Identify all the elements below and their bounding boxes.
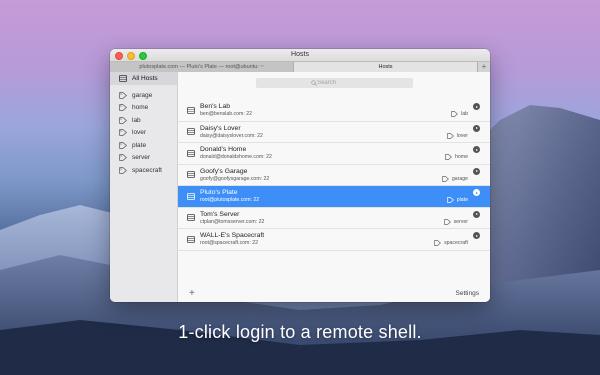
host-tag: plate (446, 197, 468, 203)
connect-button[interactable] (473, 167, 480, 175)
zoom-button[interactable] (139, 51, 147, 60)
host-tag: spacecraft (434, 240, 468, 246)
connect-button[interactable] (473, 210, 480, 218)
host-name: Daisy's Lover (200, 124, 241, 132)
host-tag-label: home (455, 154, 468, 160)
host-tag-label: server (453, 218, 468, 225)
search-bar (178, 72, 490, 94)
host-row-plutos-plate[interactable]: Pluto's Plate root@plutosplate.com: 22 p… (178, 186, 490, 208)
server-stack-icon (119, 75, 127, 82)
host-tag-label: lab (461, 111, 468, 117)
tab-ssh-session[interactable]: plutosplate.com — Pluto's Plate — root@u… (110, 62, 294, 72)
connect-button[interactable] (473, 146, 480, 153)
host-list: Ben's Lab ben@benslab.com: 22 lab Daisy'… (178, 100, 490, 251)
server-icon (187, 149, 195, 157)
server-icon (187, 214, 195, 222)
connect-button[interactable] (473, 189, 480, 196)
tab-hosts[interactable]: Hosts (294, 62, 477, 72)
host-tag-label: garage (451, 175, 468, 182)
server-icon (187, 106, 195, 114)
host-row-donalds-home[interactable]: Donald's Home donald@donaldshome.com: 22… (178, 143, 490, 165)
search-field[interactable] (255, 78, 413, 88)
host-tag: garage (442, 176, 468, 182)
host-tag-label: spacecraft (444, 240, 468, 246)
host-tag: server (443, 218, 468, 225)
host-name: Ben's Lab (200, 103, 231, 111)
tag-icon (119, 104, 127, 111)
close-button[interactable] (115, 51, 123, 60)
tag-icon (119, 117, 127, 124)
sidebar-item-label: spacecraft (132, 166, 162, 174)
tag-icon (434, 240, 442, 246)
server-icon (187, 235, 195, 243)
connect-button[interactable] (473, 232, 480, 239)
tag-icon (119, 129, 127, 136)
tag-icon (119, 154, 127, 161)
sidebar-item-lab[interactable]: lab (110, 114, 177, 127)
settings-button[interactable]: Settings (456, 290, 480, 297)
connect-button[interactable] (473, 103, 480, 110)
tag-icon (446, 197, 454, 203)
sidebar-item-plate[interactable]: plate (110, 139, 177, 152)
host-tag-label: lover (456, 132, 468, 139)
host-row-bens-lab[interactable]: Ben's Lab ben@benslab.com: 22 lab (178, 100, 490, 122)
window-controls (115, 51, 147, 60)
sidebar-item-server[interactable]: server (110, 152, 177, 165)
sidebar-item-home[interactable]: home (110, 102, 177, 115)
host-name: Donald's Home (200, 146, 247, 154)
footer-bar: + Settings (178, 285, 490, 302)
sidebar-item-label: garage (132, 91, 153, 99)
tag-icon (446, 132, 454, 139)
server-icon (187, 128, 195, 136)
sidebar-item-all-hosts[interactable]: All Hosts (110, 72, 177, 85)
search-input[interactable] (317, 80, 357, 86)
host-row-daisys-lover[interactable]: Daisy's Lover daisy@daisyslover.com: 22 … (178, 122, 490, 143)
sidebar-item-lover[interactable]: lover (110, 127, 177, 140)
sidebar-item-label: home (132, 104, 149, 112)
tag-icon (119, 142, 127, 149)
window-title: Hosts (291, 51, 309, 58)
add-tab-button[interactable]: + (477, 62, 490, 72)
host-tag: home (445, 154, 468, 160)
tag-icon (451, 111, 459, 117)
tag-icon (119, 92, 127, 99)
tag-icon (445, 154, 452, 160)
host-list-pane: Ben's Lab ben@benslab.com: 22 lab (178, 72, 490, 302)
host-address: ben@benslab.com: 22 (200, 111, 252, 118)
host-name: WALL-E's Spacecraft (200, 232, 265, 240)
add-host-button[interactable]: + (189, 288, 195, 299)
connect-button[interactable] (473, 124, 480, 132)
sidebar-item-label: server (132, 154, 151, 162)
server-icon (187, 192, 195, 200)
tag-icon (442, 175, 449, 182)
window-body: All Hosts garage home lab lover plate se… (110, 72, 490, 302)
sidebar: All Hosts garage home lab lover plate se… (110, 72, 178, 302)
minimize-button[interactable] (127, 51, 135, 60)
host-name: Tom's Server (200, 210, 240, 218)
host-tag-label: plate (456, 197, 468, 203)
tag-icon (119, 167, 127, 174)
host-row-walle-spacecraft[interactable]: WALL-E's Spacecraft root@spacecraft.com:… (178, 229, 490, 251)
sidebar-item-label: lab (132, 116, 141, 124)
server-icon (187, 171, 195, 179)
host-row-toms-server[interactable]: Tom's Server ctplan@tomsserver.com: 22 s… (178, 208, 490, 229)
promo-caption: 1-click login to a remote shell. (178, 322, 422, 342)
sidebar-item-garage[interactable]: garage (110, 89, 177, 102)
host-name: Pluto's Plate (200, 189, 238, 197)
host-tag: lover (446, 132, 468, 139)
host-name: Goofy's Garage (200, 167, 248, 175)
hosts-window: Hosts plutosplate.com — Pluto's Plate — … (110, 49, 490, 302)
sidebar-item-spacecraft[interactable]: spacecraft (110, 164, 177, 177)
sidebar-all-hosts-label: All Hosts (132, 75, 158, 82)
title-bar: Hosts (110, 49, 490, 61)
tag-list: garage home lab lover plate server space… (110, 85, 177, 177)
sidebar-item-label: plate (132, 141, 147, 149)
sidebar-item-label: lover (132, 129, 147, 137)
host-row-goofys-garage[interactable]: Goofy's Garage goofy@goofysgarage.com: 2… (178, 165, 490, 186)
tag-icon (443, 218, 451, 225)
host-tag: lab (451, 111, 468, 117)
